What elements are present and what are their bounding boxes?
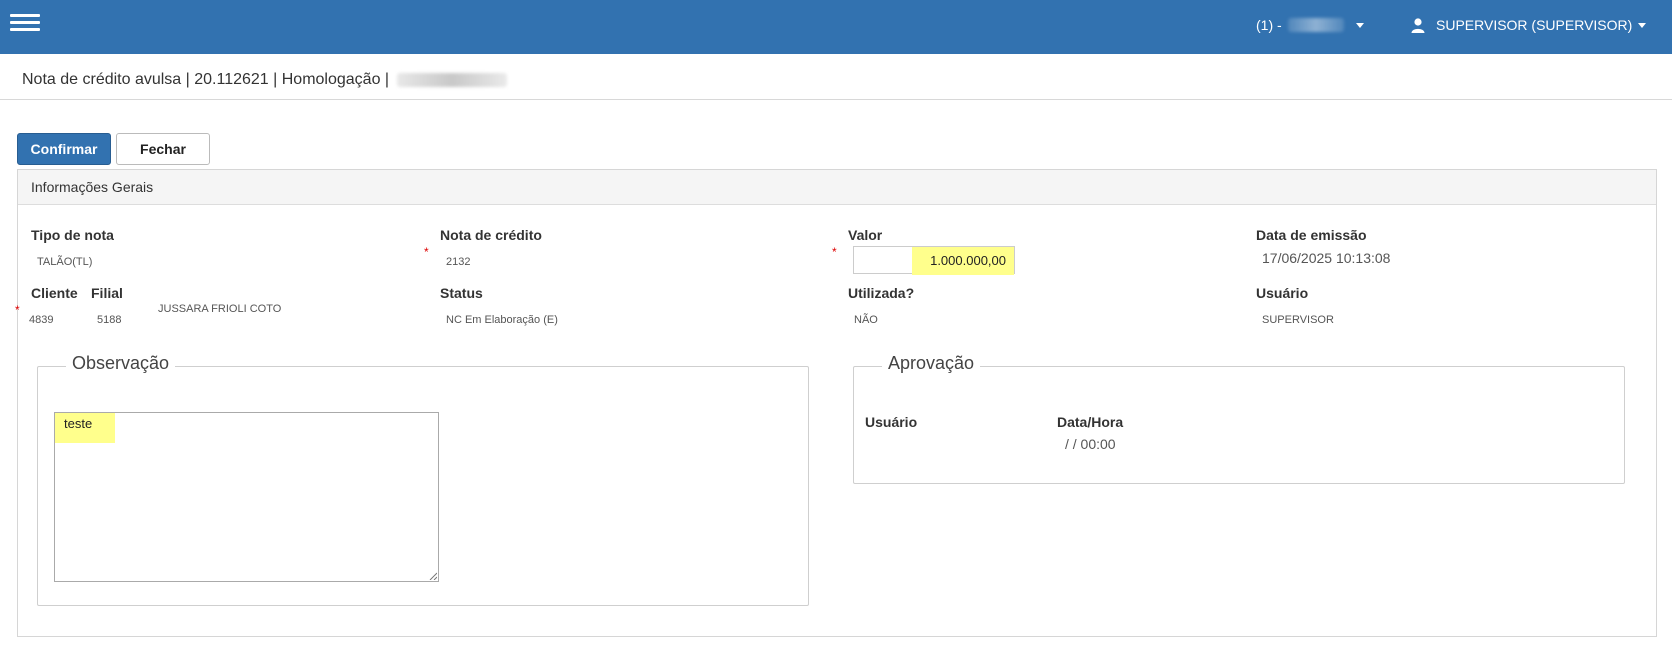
status-label: Status <box>440 285 483 301</box>
title-bar: Nota de crédito avulsa | 20.112621 | Hom… <box>0 54 1672 100</box>
observacao-textarea[interactable]: teste <box>54 412 439 582</box>
valor-value: 1.000.000,00 <box>930 252 1006 268</box>
title-redacted <box>397 73 508 87</box>
chevron-down-icon <box>1638 22 1647 28</box>
user-menu[interactable]: SUPERVISOR (SUPERVISOR) <box>1410 17 1647 33</box>
tipo-nota-label: Tipo de nota <box>31 227 114 243</box>
aprovacao-usuario-label: Usuário <box>865 414 918 430</box>
page-title-text: Nota de crédito avulsa | 20.112621 | Hom… <box>22 71 390 88</box>
status-value: NC Em Elaboração (E) <box>446 314 558 326</box>
aprovacao-fieldset: Aprovação <box>853 353 1625 484</box>
required-marker: * <box>832 245 837 259</box>
cliente-label: Cliente <box>31 285 78 301</box>
company-name-redacted <box>1287 18 1344 32</box>
utilizada-value: NÃO <box>854 314 878 326</box>
aprovacao-datahora-label: Data/Hora <box>1057 414 1124 430</box>
close-button[interactable]: Fechar <box>116 133 210 165</box>
menu-hamburger-icon[interactable] <box>10 14 40 34</box>
resize-grip-icon[interactable] <box>429 572 437 580</box>
usuario-label: Usuário <box>1256 285 1309 301</box>
data-emissao-label: Data de emissão <box>1256 227 1367 243</box>
page-title: Nota de crédito avulsa | 20.112621 | Hom… <box>22 71 508 89</box>
tipo-nota-value: TALÃO(TL) <box>37 256 93 268</box>
filial-value: 5188 <box>97 314 122 326</box>
chevron-down-icon <box>1355 22 1364 28</box>
required-marker: * <box>424 245 429 259</box>
valor-label: Valor <box>848 227 883 243</box>
data-emissao-value: 17/06/2025 10:13:08 <box>1262 250 1391 266</box>
company-label: (1) - <box>1256 17 1282 33</box>
user-icon <box>1411 18 1425 33</box>
utilizada-label: Utilizada? <box>848 285 915 301</box>
observacao-legend: Observação <box>66 353 176 374</box>
aprovacao-legend: Aprovação <box>882 353 981 374</box>
company-selector[interactable]: (1) - <box>1256 17 1364 33</box>
observacao-text: teste <box>64 416 93 431</box>
nota-credito-label: Nota de crédito <box>440 227 542 243</box>
valor-input[interactable]: 1.000.000,00 <box>853 246 1015 275</box>
usuario-value: SUPERVISOR <box>1262 314 1334 326</box>
user-label: SUPERVISOR (SUPERVISOR) <box>1436 17 1633 33</box>
cliente-nome: JUSSARA FRIOLI COTO <box>158 303 282 315</box>
aprovacao-datahora-value: / / 00:00 <box>1065 436 1116 452</box>
required-marker: * <box>15 303 20 317</box>
filial-label: Filial <box>91 285 123 301</box>
confirm-button[interactable]: Confirmar <box>17 133 111 165</box>
panel-heading: Informações Gerais <box>18 170 1656 205</box>
cliente-value: 4839 <box>29 314 54 326</box>
top-navbar: (1) - SUPERVISOR (SUPERVISOR) <box>0 0 1672 54</box>
nota-credito-value: 2132 <box>446 256 471 268</box>
